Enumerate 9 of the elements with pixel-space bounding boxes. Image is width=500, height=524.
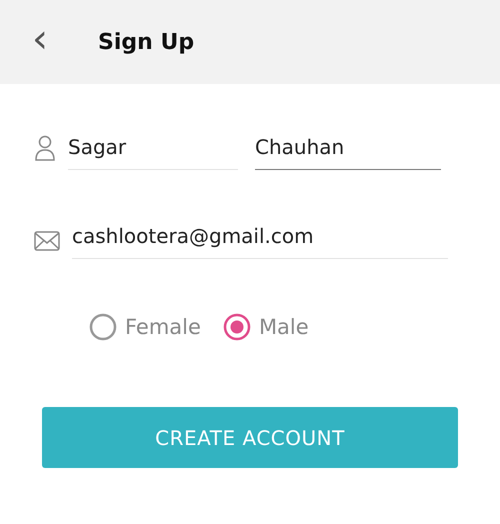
- person-icon: [34, 134, 56, 162]
- name-field[interactable]: Sagar: [68, 135, 238, 170]
- name-field[interactable]: Chauhan: [255, 135, 441, 170]
- gender-radio[interactable]: Female: [89, 313, 201, 341]
- gender-radio[interactable]: Male: [222, 313, 309, 341]
- back-button[interactable]: ‹: [28, 19, 52, 59]
- envelope-icon: [34, 231, 60, 251]
- email-field[interactable]: cashlootera@gmail.com: [72, 224, 448, 259]
- page-title: Sign Up: [98, 30, 194, 54]
